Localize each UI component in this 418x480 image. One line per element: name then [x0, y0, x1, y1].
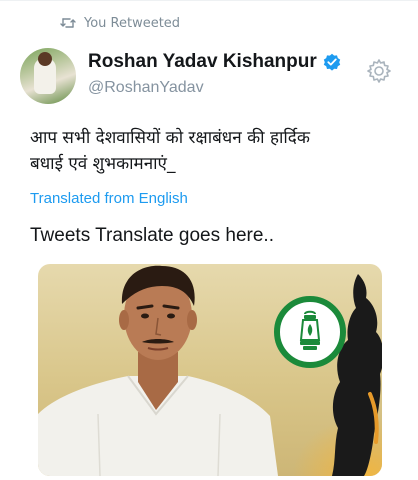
- translation-text: Tweets Translate goes here..: [30, 225, 274, 246]
- author-handle[interactable]: @RoshanYadav: [88, 79, 204, 97]
- tweet-text: आप सभी देशवासियों को रक्षाबंधन की हार्दि…: [30, 125, 390, 177]
- avatar-head: [38, 52, 52, 66]
- author-name[interactable]: Roshan Yadav Kishanpur: [88, 51, 341, 73]
- retweet-label: You Retweeted: [84, 15, 181, 31]
- tweet-text-line-2: बधाई एवं शुभकामनाएं_: [30, 154, 176, 174]
- avatar[interactable]: [20, 48, 76, 104]
- gear-icon[interactable]: [366, 58, 392, 84]
- author-display-name: Roshan Yadav Kishanpur: [88, 51, 317, 72]
- translated-from-link[interactable]: Translated from English: [30, 190, 188, 207]
- tweet-text-line-1: आप सभी देशवासियों को रक्षाबंधन की हार्दि…: [30, 128, 310, 148]
- retweet-indicator[interactable]: You Retweeted: [60, 14, 180, 32]
- tweet-media-image[interactable]: [38, 264, 382, 476]
- tweet-card: You Retweeted Roshan Yadav Kishanpur @Ro…: [0, 0, 418, 480]
- person-photo: [38, 265, 278, 476]
- lantern-icon: [299, 310, 321, 350]
- verified-badge-icon: [323, 53, 340, 71]
- lantern-emblem: [274, 296, 346, 368]
- retweet-icon: [60, 18, 76, 28]
- divider: [0, 0, 418, 1]
